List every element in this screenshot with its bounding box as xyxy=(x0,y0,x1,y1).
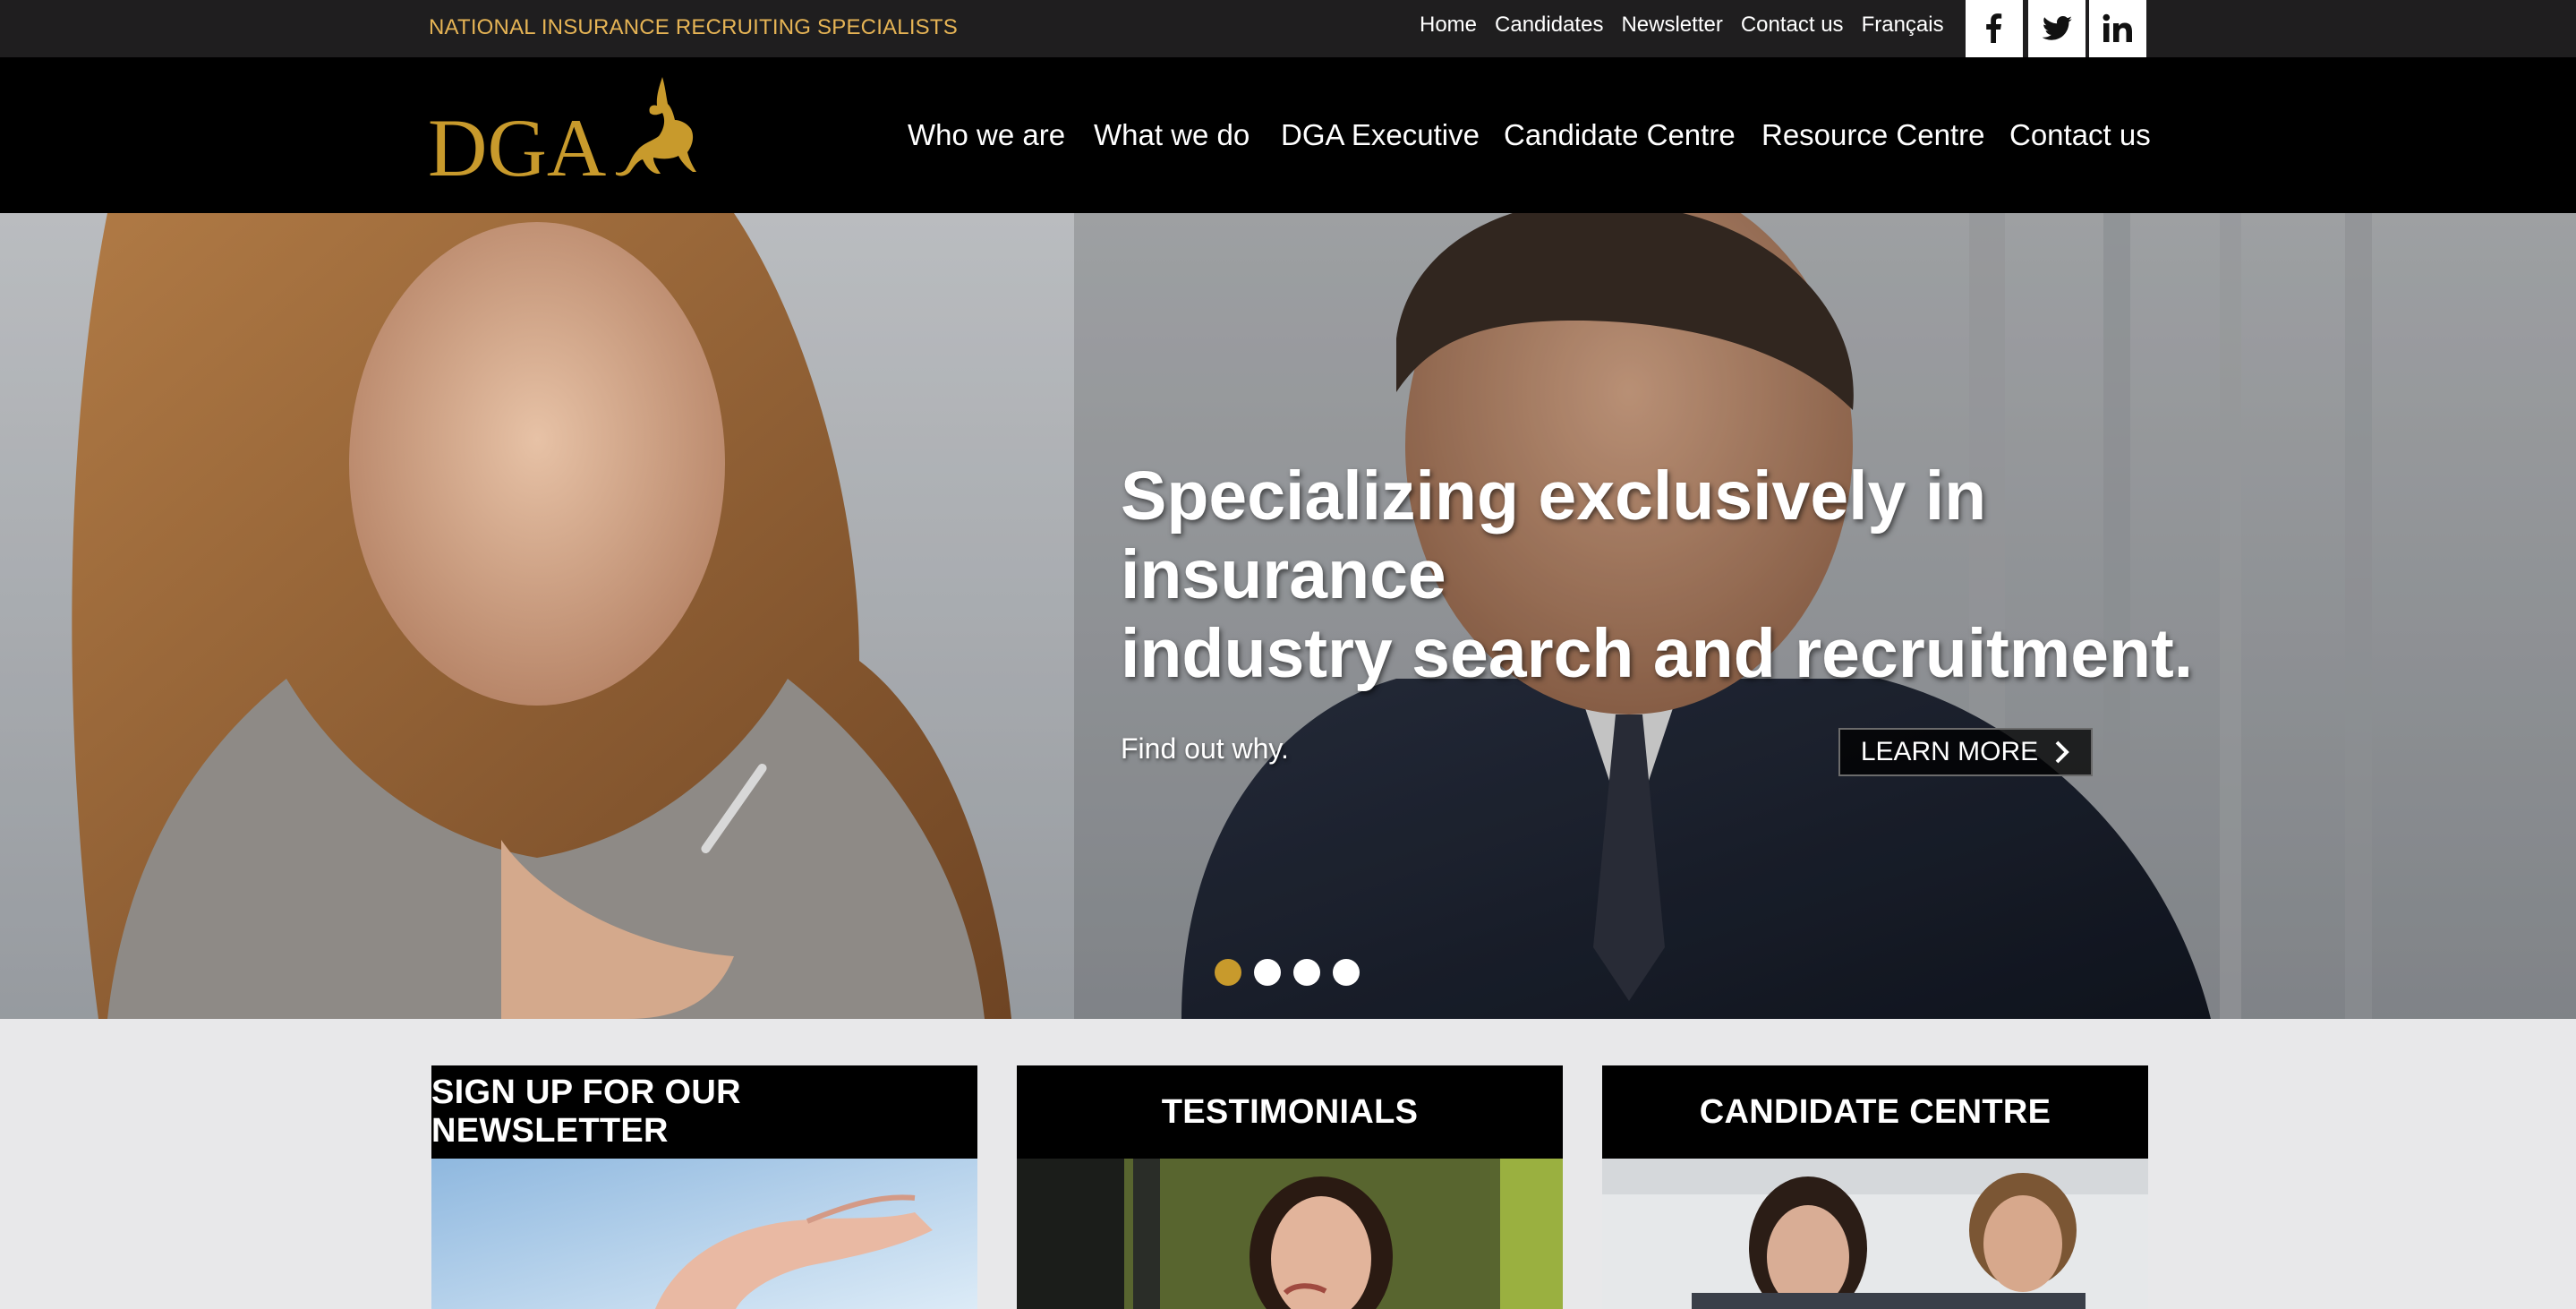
facebook-icon xyxy=(1986,13,2002,44)
linkedin-button[interactable] xyxy=(2089,0,2146,57)
hero-headline-line-2: industry search and recruitment. xyxy=(1121,615,2194,692)
testimonials-card[interactable]: TESTIMONIALS xyxy=(1017,1065,1563,1309)
candidate-centre-card-title: CANDIDATE CENTRE xyxy=(1602,1065,2148,1159)
facebook-button[interactable] xyxy=(1966,0,2023,57)
testimonials-card-image xyxy=(1017,1159,1563,1309)
top-utility-bar: NATIONAL INSURANCE RECRUITING SPECIALIST… xyxy=(0,0,2576,57)
dga-gazelle-logo-icon: DGA xyxy=(428,77,696,193)
newsletter-card-image xyxy=(431,1159,977,1309)
nav-who-we-are[interactable]: Who we are xyxy=(908,57,1065,213)
site-tagline: NATIONAL INSURANCE RECRUITING SPECIALIST… xyxy=(429,15,958,39)
top-links: Home Candidates Newsletter Contact us Fr… xyxy=(1420,13,1944,38)
twitter-button[interactable] xyxy=(2028,0,2086,57)
newsletter-card-title: SIGN UP FOR OUR NEWSLETTER xyxy=(431,1065,977,1159)
newsletter-card[interactable]: SIGN UP FOR OUR NEWSLETTER xyxy=(431,1065,977,1309)
hero-headline: Specializing exclusively in insurance in… xyxy=(1121,457,2284,693)
candidate-centre-card[interactable]: CANDIDATE CENTRE xyxy=(1602,1065,2148,1309)
main-header: DGA Who we are What we do DGA Executive … xyxy=(0,57,2576,213)
nav-candidate-centre[interactable]: Candidate Centre xyxy=(1504,57,1736,213)
hero-subline: Find out why. xyxy=(1121,732,1289,765)
top-link-home[interactable]: Home xyxy=(1420,13,1477,38)
learn-more-button[interactable]: LEARN MORE xyxy=(1838,728,2093,776)
testimonials-card-title: TESTIMONIALS xyxy=(1017,1065,1563,1159)
slide-dot-1[interactable] xyxy=(1215,959,1241,986)
top-link-candidates[interactable]: Candidates xyxy=(1495,13,1603,38)
slider-pagination xyxy=(1215,959,1360,986)
twitter-icon xyxy=(2042,16,2072,40)
top-link-contact[interactable]: Contact us xyxy=(1741,13,1844,38)
nav-what-we-do[interactable]: What we do xyxy=(1094,57,1250,213)
hero-text: Specializing exclusively in insurance in… xyxy=(1121,457,2284,766)
linkedin-icon xyxy=(2103,13,2132,42)
chevron-right-icon xyxy=(2055,740,2070,764)
nav-contact-us[interactable]: Contact us xyxy=(2009,57,2151,213)
logo-text: DGA xyxy=(428,102,606,192)
slide-dot-3[interactable] xyxy=(1293,959,1320,986)
hero-slider: Specializing exclusively in insurance in… xyxy=(0,213,2576,1019)
candidate-centre-card-image xyxy=(1602,1159,2148,1309)
learn-more-label: LEARN MORE xyxy=(1860,737,2039,766)
dga-logo[interactable]: DGA xyxy=(428,73,696,193)
top-link-francais[interactable]: Français xyxy=(1862,13,1944,38)
nav-dga-executive[interactable]: DGA Executive xyxy=(1281,57,1480,213)
slide-dot-2[interactable] xyxy=(1254,959,1281,986)
hero-headline-line-1: Specializing exclusively in insurance xyxy=(1121,458,1987,613)
top-link-newsletter[interactable]: Newsletter xyxy=(1621,13,1722,38)
nav-resource-centre[interactable]: Resource Centre xyxy=(1761,57,1984,213)
slide-dot-4[interactable] xyxy=(1333,959,1360,986)
